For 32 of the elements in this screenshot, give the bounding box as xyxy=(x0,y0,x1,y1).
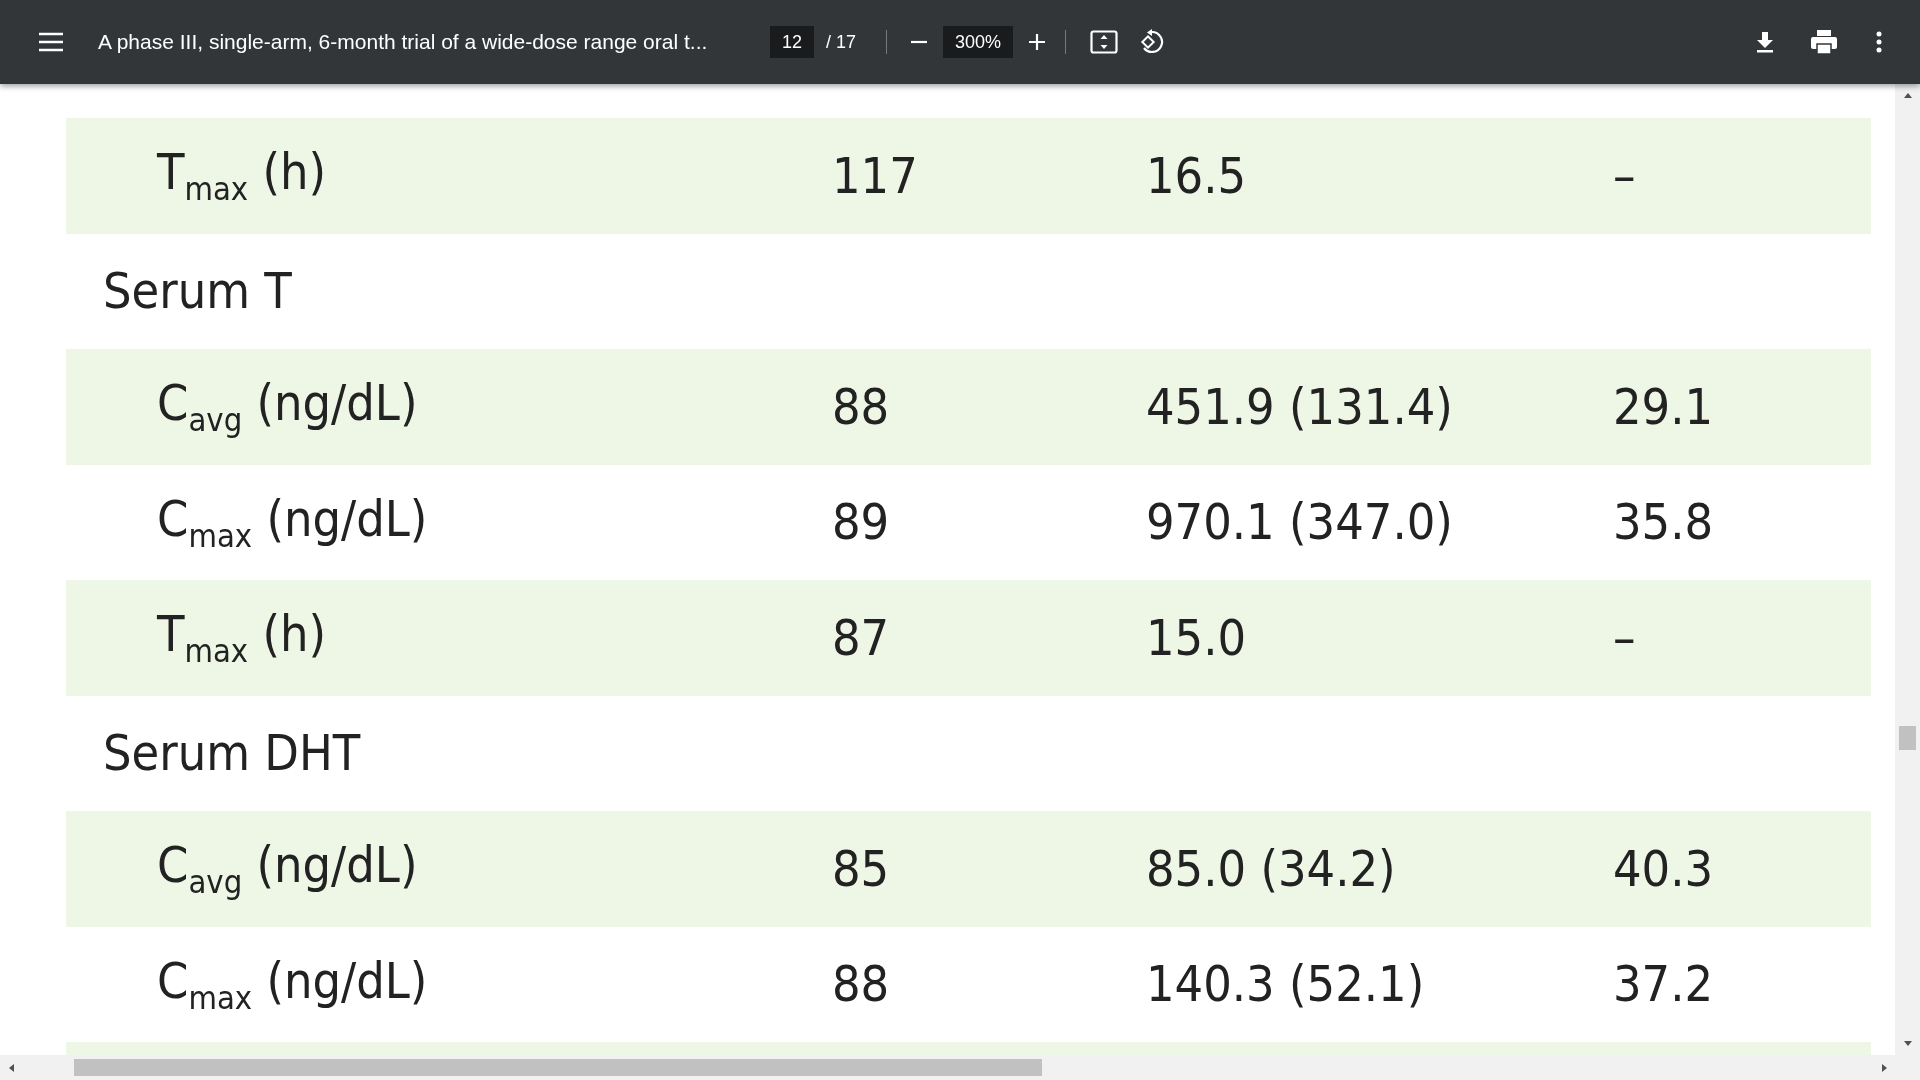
table-cell-text: 15.0 xyxy=(1146,608,1248,667)
section-heading: Serum T xyxy=(102,262,293,321)
scroll-thumb[interactable] xyxy=(1899,726,1916,750)
table-cell-text: 16.5 xyxy=(1146,146,1248,205)
table-cell-text: – xyxy=(1613,146,1637,205)
zoom-field[interactable]: 300% xyxy=(943,26,1014,58)
table-cell-text: 29.1 xyxy=(1613,377,1715,436)
scroll-thumb[interactable] xyxy=(74,1059,1042,1076)
parameter-label: C$_{max}$ (ng/dL) xyxy=(156,951,429,1017)
table-cell-text: 117 xyxy=(832,146,919,205)
table-cell-text: 35.8 xyxy=(1613,493,1715,552)
table-cell-text: – xyxy=(1613,608,1637,667)
table-cell-text: 85.0 (34.2) xyxy=(1146,839,1397,898)
parameter-label: C$_{avg}$ (ng/dL) xyxy=(156,836,419,902)
parameter-label: C$_{max}$ (ng/dL) xyxy=(156,489,429,555)
parameter-label: T$_{max}$ (h) xyxy=(156,143,328,209)
table-cell-text: 140.3 (52.1) xyxy=(1146,955,1426,1014)
parameter-label: C$_{avg}$ (ng/dL) xyxy=(156,374,419,440)
table-cell-text: 970.1 (347.0) xyxy=(1146,493,1454,552)
section-heading: Serum DHT xyxy=(102,724,362,783)
table-cell-text: 88 xyxy=(832,955,891,1014)
document-title: A phase III, single-arm, 6-month trial of a wide-dose range oral t... xyxy=(98,30,709,54)
table-cell-text: 88 xyxy=(832,377,891,436)
table-cell-text: 85 xyxy=(832,839,891,898)
page-number-field[interactable]: 12 xyxy=(770,26,814,58)
page-count: / 17 xyxy=(826,31,857,53)
table-cell-text: 87 xyxy=(832,608,891,667)
table-cell-text: 451.9 (131.4) xyxy=(1146,377,1454,436)
table-cell-text: 40.3 xyxy=(1613,839,1715,898)
parameter-label: T$_{max}$ (h) xyxy=(156,605,328,671)
table-cell-text: 37.2 xyxy=(1613,955,1715,1014)
table-cell-text: 89 xyxy=(832,493,891,552)
